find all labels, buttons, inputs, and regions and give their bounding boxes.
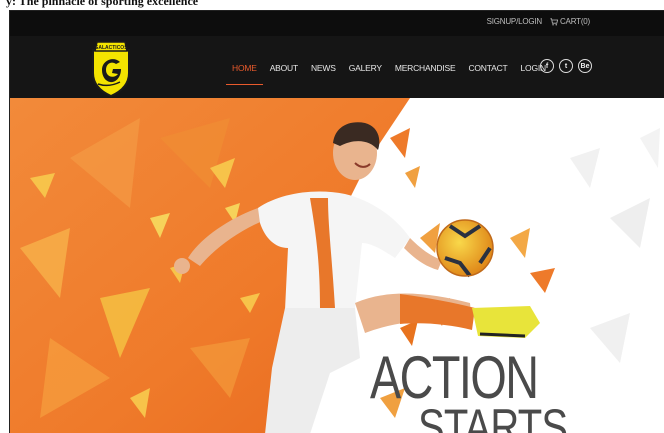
facebook-icon[interactable]: f <box>540 59 554 73</box>
nav-galery[interactable]: GALERY <box>349 63 382 73</box>
cart-label: CART(0) <box>559 17 590 26</box>
nav-merchandise[interactable]: MERCHANDISE <box>395 63 456 73</box>
hero-banner: ACTION STARTS <box>10 98 664 433</box>
logo-text: GALACTICOS <box>94 45 128 51</box>
website-frame: SIGNUP/LOGIN CART(0) GALACTICOS HOME ABO… <box>9 10 664 433</box>
caption-text: y: The pinnacle of sporting excellence <box>6 0 199 8</box>
signup-login-link[interactable]: SIGNUP/LOGIN <box>487 17 543 26</box>
hero-subline: STARTS <box>418 399 568 433</box>
galacticos-logo[interactable]: GALACTICOS <box>90 40 132 98</box>
cart-icon <box>550 17 558 26</box>
behance-icon[interactable]: Be <box>578 59 592 73</box>
nav-active-underline <box>226 84 263 85</box>
nav-home-label: HOME <box>232 63 257 73</box>
top-bar-links: SIGNUP/LOGIN CART(0) <box>487 17 591 26</box>
nav-menu: HOME ABOUT NEWS GALERY MERCHANDISE CONTA… <box>226 63 546 85</box>
nav-news[interactable]: NEWS <box>311 63 336 73</box>
nav-home[interactable]: HOME <box>226 63 263 85</box>
nav-contact[interactable]: CONTACT <box>468 63 507 73</box>
top-bar: SIGNUP/LOGIN CART(0) <box>10 11 664 36</box>
hero-artwork <box>10 98 664 433</box>
caption-strip: y: The pinnacle of sporting excellence <box>0 0 664 10</box>
main-navbar: GALACTICOS HOME ABOUT NEWS GALERY MERCHA… <box>10 36 664 98</box>
soccer-ball-illustration <box>436 219 494 278</box>
twitter-icon[interactable]: t <box>559 59 573 73</box>
cart-link[interactable]: CART(0) <box>550 17 590 26</box>
nav-about[interactable]: ABOUT <box>270 63 298 73</box>
social-links: f t Be <box>540 59 592 73</box>
